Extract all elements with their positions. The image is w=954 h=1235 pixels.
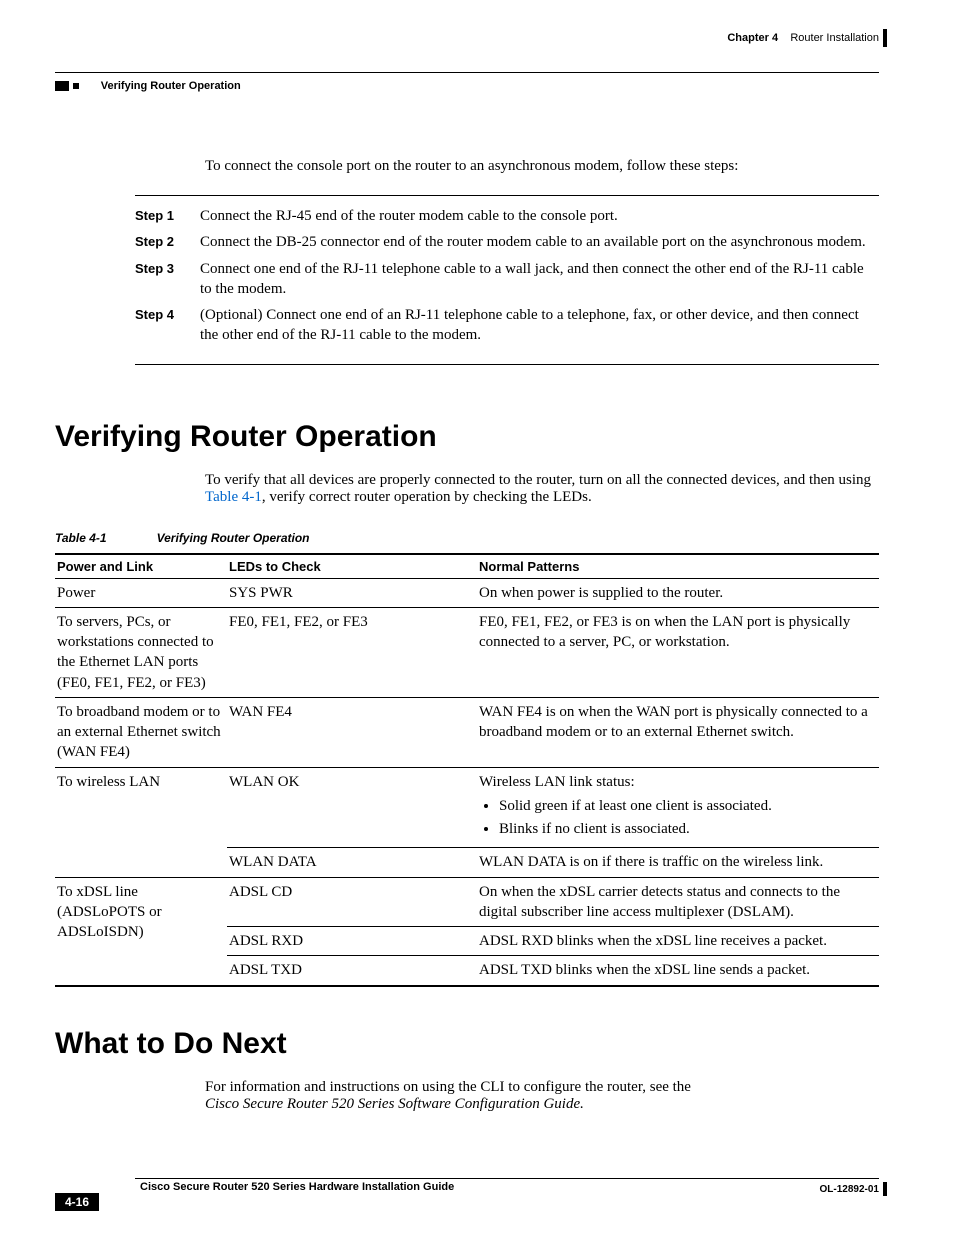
table-row: To wireless LAN WLAN OK Wireless LAN lin… (55, 767, 879, 848)
table-row: To servers, PCs, or workstations connect… (55, 607, 879, 697)
cell: ADSL TXD blinks when the xDSL line sends… (477, 956, 879, 986)
cell: SYS PWR (227, 578, 477, 607)
section-header: Verifying Router Operation (55, 77, 879, 93)
cell: FE0, FE1, FE2, or FE3 (227, 607, 477, 697)
next-text-italic: Cisco Secure Router 520 Series Software … (205, 1096, 584, 1112)
cell: ADSL CD (227, 877, 477, 927)
step-row: Step 1 Connect the RJ-45 end of the rout… (135, 206, 879, 226)
step-label: Step 2 (135, 232, 200, 252)
chapter-title: Router Installation (790, 32, 879, 44)
table-row: To broadband modem or to an external Eth… (55, 697, 879, 767)
header-rule (55, 72, 879, 73)
header-bar-icon (883, 29, 887, 47)
verify-intro: To verify that all devices are properly … (205, 472, 879, 506)
table-row: Power SYS PWR On when power is supplied … (55, 578, 879, 607)
list-item: Blinks if no client is associated. (499, 819, 873, 839)
steps-top-rule (135, 195, 879, 196)
cell: WLAN OK (227, 767, 477, 848)
heading-verifying: Verifying Router Operation (55, 420, 879, 454)
step-text: Connect the RJ-45 end of the router mode… (200, 206, 879, 226)
cell: ADSL TXD (227, 956, 477, 986)
cell: FE0, FE1, FE2, or FE3 is on when the LAN… (477, 607, 879, 697)
square-icon (55, 81, 69, 91)
table-title: Verifying Router Operation (157, 531, 310, 545)
step-label: Step 1 (135, 206, 200, 226)
cell-text: Wireless LAN link status: (479, 774, 635, 790)
cell: ADSL RXD blinks when the xDSL line recei… (477, 927, 879, 956)
heading-next: What to Do Next (55, 1027, 879, 1061)
step-row: Step 4 (Optional) Connect one end of an … (135, 305, 879, 346)
th-power-link: Power and Link (55, 554, 227, 579)
intro-paragraph: To connect the console port on the route… (205, 158, 879, 175)
cell: WLAN DATA is on if there is traffic on t… (477, 848, 879, 877)
table-number: Table 4-1 (55, 531, 107, 545)
step-label: Step 3 (135, 259, 200, 300)
cell: ADSL RXD (227, 927, 477, 956)
step-text: (Optional) Connect one end of an RJ-11 t… (200, 305, 879, 346)
page-number: 4-16 (55, 1193, 99, 1211)
step-label: Step 4 (135, 305, 200, 346)
cell: Wireless LAN link status: Solid green if… (477, 767, 879, 848)
footer-bar-icon (883, 1182, 887, 1196)
footer-rule (135, 1178, 879, 1179)
th-leds: LEDs to Check (227, 554, 477, 579)
cell: To servers, PCs, or workstations connect… (55, 607, 227, 697)
led-table: Power and Link LEDs to Check Normal Patt… (55, 553, 879, 987)
cell: WAN FE4 is on when the WAN port is physi… (477, 697, 879, 767)
cell: On when power is supplied to the router. (477, 578, 879, 607)
footer-title: Cisco Secure Router 520 Series Hardware … (140, 1181, 454, 1193)
footer-docid: OL-12892-01 (820, 1184, 879, 1195)
steps-list: Step 1 Connect the RJ-45 end of the rout… (135, 206, 879, 346)
page-footer: Cisco Secure Router 520 Series Hardware … (55, 1178, 879, 1205)
step-row: Step 2 Connect the DB-25 connector end o… (135, 232, 879, 252)
step-row: Step 3 Connect one end of the RJ-11 tele… (135, 259, 879, 300)
th-patterns: Normal Patterns (477, 554, 879, 579)
cell: To xDSL line (ADSLoPOTS or ADSLoISDN) (55, 877, 227, 986)
verify-intro-pre: To verify that all devices are properly … (205, 472, 871, 488)
next-paragraph: For information and instructions on usin… (205, 1079, 879, 1113)
next-text-pre: For information and instructions on usin… (205, 1079, 691, 1095)
section-label: Verifying Router Operation (101, 80, 241, 92)
list-item: Solid green if at least one client is as… (499, 796, 873, 816)
cell: WLAN DATA (227, 848, 477, 877)
page-header: Chapter 4 Router Installation (55, 32, 879, 72)
cell: Power (55, 578, 227, 607)
small-square-icon (73, 83, 79, 89)
steps-bottom-rule (135, 364, 879, 365)
table-row: To xDSL line (ADSLoPOTS or ADSLoISDN) AD… (55, 877, 879, 927)
table-caption: Table 4-1 Verifying Router Operation (55, 531, 879, 545)
header-chapter: Chapter 4 Router Installation (727, 32, 879, 44)
cell: WAN FE4 (227, 697, 477, 767)
chapter-number: Chapter 4 (727, 32, 778, 44)
cell: To wireless LAN (55, 767, 227, 877)
cell: To broadband modem or to an external Eth… (55, 697, 227, 767)
table-link[interactable]: Table 4-1 (205, 489, 262, 505)
cell: On when the xDSL carrier detects status … (477, 877, 879, 927)
step-text: Connect one end of the RJ-11 telephone c… (200, 259, 879, 300)
verify-intro-post: , verify correct router operation by che… (262, 489, 592, 505)
step-text: Connect the DB-25 connector end of the r… (200, 232, 879, 252)
